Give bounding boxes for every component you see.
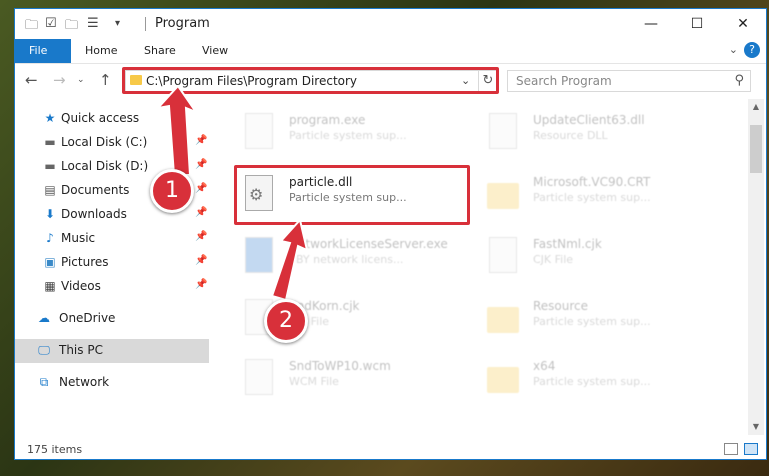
arrow-1 bbox=[155, 84, 199, 176]
annotation-arrows bbox=[155, 84, 309, 302]
arrow-2 bbox=[270, 217, 309, 302]
step-2-badge: 2 bbox=[264, 299, 308, 343]
step-1-badge: 1 bbox=[150, 169, 194, 213]
